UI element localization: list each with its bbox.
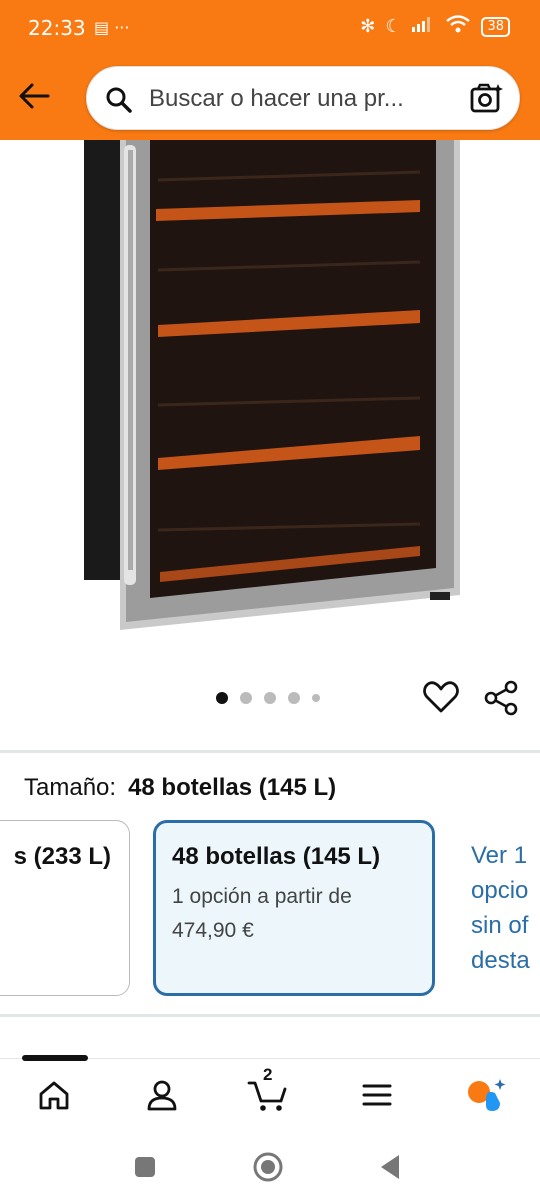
search-placeholder: Buscar o hacer una pr... <box>149 85 404 112</box>
home-icon[interactable] <box>29 1073 79 1117</box>
heart-icon[interactable] <box>423 680 459 716</box>
status-time: 22:33 <box>28 16 86 40</box>
bottom-nav: 2 <box>0 1055 540 1134</box>
recents-button[interactable] <box>128 1150 162 1184</box>
camera-search-icon[interactable] <box>469 82 503 121</box>
nav-active-indicator <box>22 1055 88 1061</box>
signal-icon <box>411 15 435 38</box>
more-link-line: sin of <box>471 912 529 939</box>
carousel-dot <box>216 692 228 704</box>
more-link-line: opcio <box>471 877 529 904</box>
search-icon <box>105 86 133 119</box>
see-more-options-link[interactable]: Ver 1 opcio sin of desta <box>471 838 530 978</box>
status-bar: 22:33 ▤ ··· ✻ ☾ 38 <box>0 0 540 58</box>
size-label: Tamaño: <box>24 774 117 801</box>
carousel-indicator <box>216 692 320 704</box>
bluetooth-icon: ✻ <box>360 16 376 37</box>
home-button[interactable] <box>251 1150 285 1184</box>
menu-icon[interactable] <box>352 1073 402 1117</box>
size-option-title: 48 botellas (145 L) <box>172 843 381 870</box>
size-option-145l-selected[interactable]: 48 botellas (145 L) 1 opción a partir de… <box>153 820 435 996</box>
system-nav-bar <box>0 1134 540 1200</box>
size-option-title: s (233 L) <box>13 843 111 870</box>
rufus-icon[interactable] <box>461 1073 511 1117</box>
carousel-dot <box>288 692 300 704</box>
wifi-icon <box>445 14 471 39</box>
size-option-offer: 1 opción a partir de <box>172 885 352 908</box>
product-image[interactable] <box>0 140 540 680</box>
cart-icon[interactable]: 2 <box>243 1065 293 1117</box>
notification-icons: ▤ ··· <box>94 18 130 37</box>
divider <box>0 1014 540 1017</box>
cart-count: 2 <box>263 1065 273 1084</box>
size-option-price: 474,90 € <box>172 919 254 942</box>
size-selected-value: 48 botellas (145 L) <box>128 774 337 801</box>
wine-cooler-image <box>84 140 460 630</box>
more-link-line: desta <box>471 947 530 974</box>
status-icons: ✻ ☾ 38 <box>360 14 510 39</box>
back-arrow-icon[interactable] <box>14 76 54 116</box>
carousel-dot <box>240 692 252 704</box>
app-header: Buscar o hacer una pr... <box>0 58 540 140</box>
share-icon[interactable] <box>483 680 519 716</box>
carousel-dot <box>264 692 276 704</box>
divider <box>0 750 540 753</box>
battery-icon: 38 <box>481 16 510 37</box>
moon-icon: ☾ <box>385 16 402 37</box>
size-option-233l[interactable]: s (233 L) <box>0 820 130 996</box>
carousel-dot <box>312 694 320 702</box>
search-input[interactable]: Buscar o hacer una pr... <box>86 66 520 130</box>
back-button[interactable] <box>373 1150 407 1184</box>
account-icon[interactable] <box>137 1073 187 1117</box>
more-link-line: Ver 1 <box>471 842 528 869</box>
size-label-row: Tamaño: 48 botellas (145 L) <box>24 774 336 802</box>
